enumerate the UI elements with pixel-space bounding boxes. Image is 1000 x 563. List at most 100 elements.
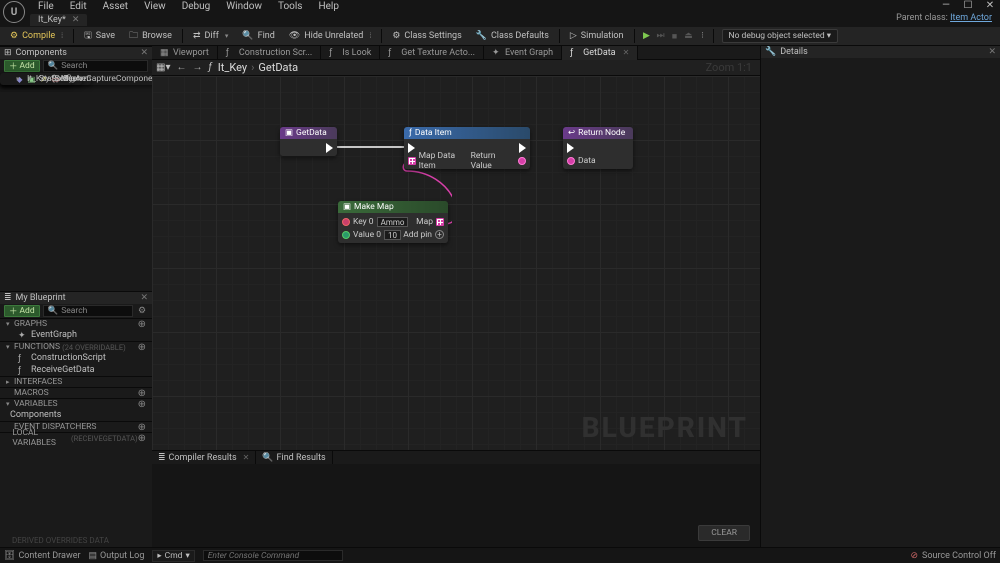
menu-window[interactable]: Window	[218, 0, 270, 13]
add-bp-button[interactable]: ＋Add	[4, 305, 40, 317]
tab-gettexture[interactable]: ƒGet Texture Acto...	[380, 46, 484, 60]
panel-close-icon[interactable]: ✕	[988, 47, 996, 57]
details-header[interactable]: 🔧 Details ✕	[761, 46, 1000, 58]
tab-construction[interactable]: ƒConstruction Scr...	[218, 46, 321, 60]
menu-debug[interactable]: Debug	[174, 0, 219, 13]
cmd-select[interactable]: ▸Cmd ▾	[152, 550, 194, 562]
simulation-button[interactable]: ▷Simulation	[564, 28, 630, 45]
exec-out-pin[interactable]	[326, 143, 333, 153]
components-search[interactable]: 🔍Search	[43, 60, 148, 72]
compile-button[interactable]: ⚙Compile⁞	[4, 28, 69, 45]
myblueprint-header[interactable]: ≣ My Blueprint ✕	[0, 292, 152, 304]
find-button[interactable]: 🔍Find	[236, 28, 280, 45]
console-input[interactable]	[203, 550, 343, 561]
exec-in-pin[interactable]	[567, 143, 574, 153]
settings-button[interactable]: ⚙	[136, 305, 148, 317]
node-getdata[interactable]: ▣GetData	[280, 127, 337, 156]
add-icon[interactable]: ⊕	[138, 319, 146, 330]
node-makemap[interactable]: ▣Make Map Key 0Ammo Map Value 010 Add pi…	[338, 201, 448, 243]
browse-button[interactable]: 🗀Browse	[123, 28, 178, 45]
panel-close-icon[interactable]: ✕	[140, 48, 148, 58]
maximize-icon[interactable]: ☐	[962, 0, 974, 11]
doc-tab-close-icon[interactable]: ✕	[72, 15, 80, 25]
save-button[interactable]: 🖫Save	[78, 28, 121, 45]
bp-item-eventgraph[interactable]: ✦EventGraph	[0, 329, 152, 341]
node-dataitem[interactable]: ƒData Item Map Data ItemReturn Value	[404, 127, 530, 169]
menu-file[interactable]: File	[30, 0, 62, 13]
eject-button[interactable]: ⏏	[683, 30, 695, 42]
map-in-pin[interactable]	[408, 157, 416, 165]
clear-button[interactable]: CLEAR	[698, 525, 750, 541]
chevron-down-icon[interactable]: ▾	[225, 32, 229, 40]
section-functions[interactable]: ▾FUNCTIONS (24 OVERRIDABLE)⊕	[0, 341, 152, 352]
tab-eventgraph[interactable]: ✦Event Graph	[484, 46, 562, 60]
data-out-pin[interactable]	[518, 157, 526, 165]
menu-help[interactable]: Help	[310, 0, 346, 13]
section-variables[interactable]: ▾VARIABLES⊕	[0, 398, 152, 409]
node-header[interactable]: ▣GetData	[280, 127, 337, 139]
node-header[interactable]: ↩Return Node	[563, 127, 633, 139]
add-icon[interactable]: ⊕	[138, 388, 146, 399]
chevron-down-icon[interactable]: ⁞	[369, 32, 371, 40]
bp-item-construction[interactable]: ƒConstructionScript	[0, 352, 152, 364]
graph-canvas[interactable]: ▣GetData ƒData Item Map Data ItemReturn …	[152, 76, 760, 450]
section-macros[interactable]: MACROS⊕	[0, 387, 152, 398]
step-button[interactable]: ⏭	[655, 30, 667, 42]
tab-close-icon[interactable]: ✕	[243, 453, 250, 462]
menu-edit[interactable]: Edit	[62, 0, 95, 13]
document-tab[interactable]: It_Key* ✕	[30, 14, 87, 26]
chevron-down-icon[interactable]: ⁞	[61, 32, 63, 40]
breadcrumb-path[interactable]: It_Key›GetData	[218, 61, 298, 74]
node-header[interactable]: ƒData Item	[404, 127, 530, 139]
menu-asset[interactable]: Asset	[95, 0, 136, 13]
play-button[interactable]: ▶	[641, 30, 653, 42]
source-control-button[interactable]: ⊘Source Control Off	[910, 551, 996, 561]
tab-compiler-results[interactable]: ≣Compiler Results✕	[152, 451, 256, 465]
myblueprint-search[interactable]: 🔍Search	[43, 305, 133, 317]
class-defaults-button[interactable]: 🔧Class Defaults	[470, 28, 555, 45]
node-return[interactable]: ↩Return Node Data	[563, 127, 633, 169]
bp-item-components-var[interactable]: Components	[0, 409, 152, 421]
output-log-button[interactable]: ▤Output Log	[89, 551, 145, 561]
menu-view[interactable]: View	[136, 0, 174, 13]
tab-viewport[interactable]: ▦Viewport	[152, 46, 218, 60]
key-input[interactable]: Ammo	[377, 217, 409, 227]
value-input[interactable]: 10	[384, 230, 401, 240]
components-header[interactable]: ⊞ Components ✕	[0, 47, 152, 59]
close-icon[interactable]: ✕	[984, 0, 996, 11]
key-pin[interactable]	[342, 218, 350, 226]
debug-object-select[interactable]: No debug object selected ▾	[722, 29, 839, 43]
add-component-button[interactable]: ＋Add	[4, 60, 40, 72]
hide-unrelated-button[interactable]: 👁Hide Unrelated⁞	[283, 28, 378, 45]
section-local[interactable]: LOCAL VARIABLES (RECEIVEGETDATA)⊕	[0, 432, 152, 443]
tree-node-scenecapture[interactable]: ▭SceneCaptureComponent2D	[0, 73, 170, 85]
add-icon[interactable]: ⊕	[138, 433, 146, 444]
panel-close-icon[interactable]: ✕	[140, 293, 148, 303]
tab-getdata[interactable]: ƒGetData✕	[562, 46, 638, 60]
add-icon[interactable]: ⊕	[138, 342, 146, 353]
minimize-icon[interactable]: —	[940, 0, 952, 11]
node-header[interactable]: ▣Make Map	[338, 201, 448, 213]
map-out-pin[interactable]	[436, 218, 444, 226]
grid-icon[interactable]: ▦▾	[156, 62, 170, 73]
add-icon[interactable]: ⊕	[138, 422, 146, 433]
forward-button[interactable]: →	[192, 62, 202, 73]
tab-close-icon[interactable]: ✕	[623, 48, 630, 57]
tab-find-results[interactable]: 🔍Find Results	[256, 451, 332, 465]
tab-islook[interactable]: ƒIs Look	[321, 46, 380, 60]
add-pin-button[interactable]: +	[435, 230, 444, 239]
bp-item-receivegetdata[interactable]: ƒReceiveGetData	[0, 364, 152, 376]
parent-class-link[interactable]: Item Actor	[950, 13, 992, 23]
back-button[interactable]: ←	[176, 62, 186, 73]
data-in-pin[interactable]	[567, 157, 575, 165]
content-drawer-button[interactable]: 🗄Content Drawer	[4, 551, 81, 561]
class-settings-button[interactable]: ⚙Class Settings	[386, 28, 467, 45]
crumb-root[interactable]: It_Key	[218, 61, 247, 74]
play-menu-icon[interactable]: ⁝	[697, 30, 709, 42]
section-graphs[interactable]: ▾GRAPHS⊕	[0, 318, 152, 329]
add-icon[interactable]: ⊕	[138, 399, 146, 410]
section-interfaces[interactable]: ▸INTERFACES	[0, 376, 152, 387]
value-pin[interactable]	[342, 231, 350, 239]
diff-button[interactable]: ⇄Diff▾	[187, 28, 234, 45]
menu-tools[interactable]: Tools	[270, 0, 310, 13]
